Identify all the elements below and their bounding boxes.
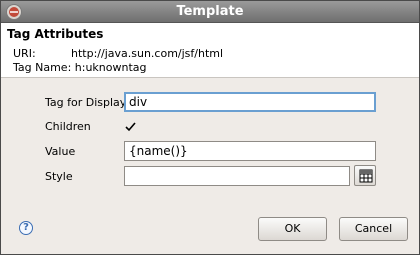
dialog-header: Tag Attributes URI: http://java.sun.com/… [1,23,419,78]
style-label: Style [45,170,73,183]
ok-button[interactable]: OK [258,217,327,241]
uri-label: URI: [13,47,36,60]
value-label: Value [45,145,76,158]
children-checkbox[interactable] [124,120,137,133]
tag-name-value: h:uknowntag [74,61,147,74]
style-input[interactable] [124,166,350,186]
cancel-button[interactable]: Cancel [339,217,408,241]
template-dialog: Template Tag Attributes URI: http://java… [0,0,420,255]
value-input[interactable] [124,141,376,161]
style-editor-button[interactable] [354,165,376,186]
checkmark-icon [125,122,136,132]
uri-value: http://java.sun.com/jsf/html [71,47,224,60]
children-label: Children [45,120,91,133]
tag-for-display-label: Tag for Display [45,96,127,109]
tag-name-row: Tag Name: h:uknowntag [13,61,147,74]
help-icon[interactable]: ? [19,221,33,235]
tag-for-display-input[interactable] [124,92,376,112]
section-title: Tag Attributes [7,27,104,41]
window-title: Template [176,4,244,19]
uri-row: URI: http://java.sun.com/jsf/html [13,47,223,60]
title-bar[interactable]: Template [1,1,419,23]
tag-name-label: Tag Name: [13,61,72,74]
style-editor-icon [359,169,373,183]
